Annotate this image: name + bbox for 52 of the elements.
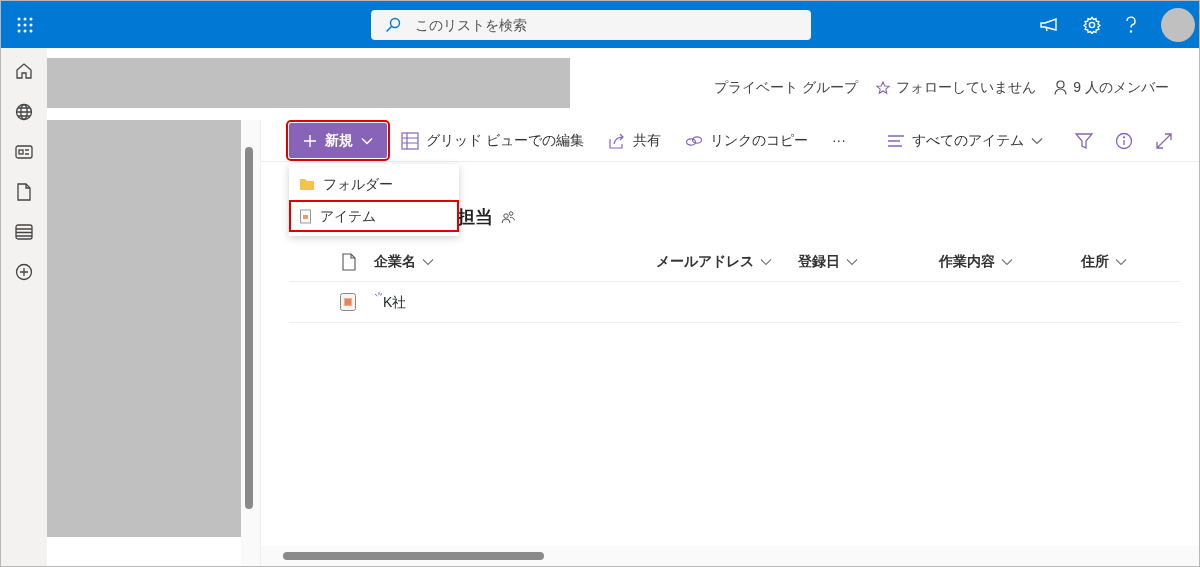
menu-item[interactable]: アイテム [289, 200, 459, 232]
avatar[interactable] [1161, 7, 1195, 42]
grid-edit-button[interactable]: グリッド ビューでの編集 [391, 123, 594, 158]
list-item-icon [340, 293, 356, 311]
share-icon [607, 131, 626, 150]
settings-icon[interactable] [1083, 15, 1101, 34]
lines-icon [887, 134, 905, 147]
column-header[interactable]: 作業内容 [939, 251, 995, 272]
column-header[interactable]: メールアドレス [656, 251, 754, 272]
news-icon[interactable] [15, 144, 33, 160]
column-header[interactable]: 登録日 [798, 251, 840, 272]
follow-link[interactable]: フォローしていません [896, 77, 1037, 98]
chevron-down-icon [760, 257, 772, 266]
chevron-down-icon [1031, 136, 1043, 145]
chevron-down-icon [422, 257, 434, 266]
privacy-label: プライベート グループ [714, 78, 859, 97]
list-item-icon [299, 208, 312, 224]
share-button[interactable]: 共有 [597, 123, 671, 158]
menu-item[interactable]: フォルダー [289, 168, 459, 200]
document-icon[interactable] [17, 183, 31, 201]
list-icon[interactable] [15, 224, 33, 240]
folder-icon [299, 177, 315, 191]
add-icon[interactable] [15, 263, 33, 281]
plus-icon [303, 133, 317, 148]
members-link[interactable]: 9 人のメンバー [1073, 77, 1169, 98]
info-icon[interactable] [1115, 131, 1133, 150]
grid-icon [401, 131, 419, 150]
view-selector[interactable]: すべてのアイテム [877, 123, 1053, 158]
chevron-down-icon [1001, 257, 1013, 266]
help-icon[interactable] [1125, 15, 1137, 34]
expand-icon[interactable] [1155, 131, 1173, 150]
people-icon[interactable] [501, 210, 515, 224]
chevron-down-icon [1115, 257, 1127, 266]
column-header[interactable]: 住所 [1081, 251, 1109, 272]
new-button[interactable]: 新規 [289, 123, 387, 158]
person-icon[interactable] [1054, 80, 1068, 95]
search-field[interactable]: このリストを検索 [371, 9, 811, 40]
chevron-down-icon [846, 257, 858, 266]
chevron-down-icon [361, 136, 373, 145]
vertical-scrollbar[interactable] [241, 120, 261, 566]
horizontal-scrollbar[interactable] [261, 546, 1199, 566]
file-icon [342, 252, 356, 271]
column-header[interactable]: 企業名 [374, 251, 416, 272]
app-launcher-icon[interactable] [16, 16, 33, 33]
filter-icon[interactable] [1075, 131, 1093, 150]
table-cell[interactable]: K社 [383, 291, 407, 313]
megaphone-icon[interactable] [1039, 16, 1059, 33]
star-icon[interactable] [876, 80, 891, 95]
globe-icon[interactable] [15, 103, 33, 121]
more-button[interactable]: ··· [821, 123, 856, 158]
home-icon[interactable] [15, 62, 33, 80]
copy-link-button[interactable]: リンクのコピー [674, 123, 818, 158]
